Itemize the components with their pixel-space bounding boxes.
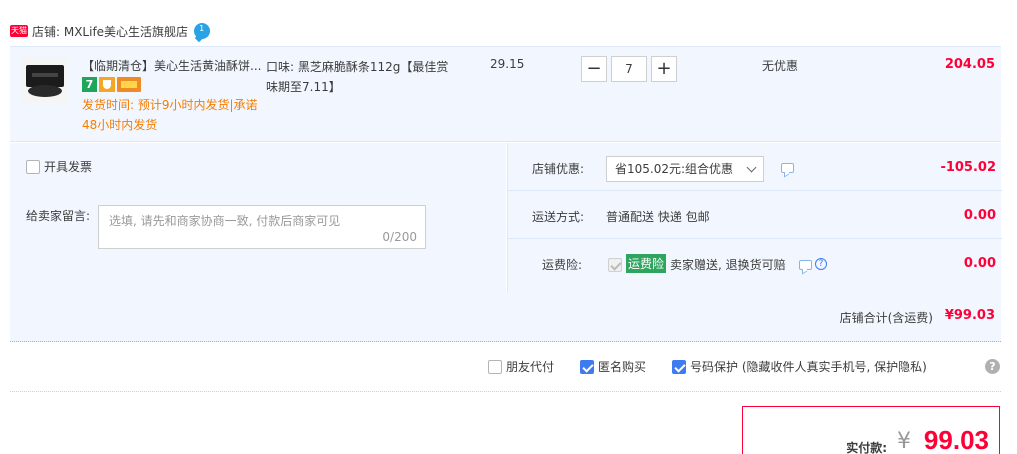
order-options-left: 开具发票 给卖家留言: 选填, 请先和商家协商一致, 付款后商家可见 0/200: [10, 143, 506, 292]
shop-name-link[interactable]: 店铺: MXLife美心生活旗舰店: [32, 23, 188, 40]
currency-symbol: ¥: [897, 429, 911, 454]
anonymous-option[interactable]: 匿名购买: [580, 358, 646, 375]
insurance-checkbox: [608, 258, 622, 272]
unit-price: 29.15: [490, 57, 525, 71]
order-options-right: 店铺优惠: 省105.02元:组合优惠 -105.02 运送方式: 普通配送 快…: [507, 143, 1002, 292]
insurance-amount: 0.00: [963, 256, 996, 271]
delivery-label: 运送方式:: [532, 210, 585, 224]
product-spec: 口味: 黑芝麻脆酥条112g【最佳赏味期至7.11】: [266, 60, 449, 94]
item-subtotal: 204.05: [944, 57, 995, 72]
invoice-option[interactable]: 开具发票: [26, 158, 92, 175]
wangwang-chat-icon[interactable]: 1: [194, 23, 211, 39]
comment-icon[interactable]: [799, 260, 812, 270]
shop-discount-amount: -105.02: [940, 160, 996, 175]
anonymous-checkbox[interactable]: [580, 359, 595, 374]
divider: [10, 391, 1001, 392]
invoice-label: 开具发票: [44, 160, 93, 174]
payment-summary: 实付款: ¥ 99.03: [742, 406, 1000, 454]
shop-header: 天猫 店铺: MXLife美心生活旗舰店 1: [10, 18, 211, 44]
payment-label: 实付款:: [846, 441, 887, 454]
extra-options: 朋友代付 匿名购买 号码保护 (隐藏收件人真实手机号, 保护隐私): [488, 358, 953, 375]
service-badges: 7: [82, 77, 141, 92]
insurance-badge: 运费险: [626, 254, 667, 273]
quantity-minus-button[interactable]: −: [581, 56, 607, 82]
tmall-badge-icon: 天猫: [10, 25, 28, 37]
seller-message-label: 给卖家留言:: [26, 209, 91, 223]
seller-message-textarea[interactable]: 选填, 请先和商家协商一致, 付款后商家可见 0/200: [98, 205, 426, 249]
phone-protect-checkbox[interactable]: [672, 359, 687, 374]
delivery-fee: 0.00: [963, 208, 996, 223]
quantity-input[interactable]: 7: [611, 56, 647, 82]
friend-pay-label: 朋友代付: [506, 360, 555, 374]
phone-protect-option[interactable]: 号码保护 (隐藏收件人真实手机号, 保护隐私): [672, 358, 927, 375]
anonymous-label: 匿名购买: [598, 360, 647, 374]
phone-protect-label: 号码保护 (隐藏收件人真实手机号, 保护隐私): [690, 360, 927, 374]
quantity-plus-button[interactable]: +: [651, 56, 677, 82]
shop-total-row: 店铺合计(含运费) ¥99.03: [10, 292, 1001, 342]
seven-day-return-icon[interactable]: 7: [82, 77, 97, 92]
insurance-label: 运费险:: [542, 258, 583, 272]
friend-pay-checkbox[interactable]: [488, 359, 502, 374]
delivery-row: 运送方式: 普通配送 快递 包邮 0.00: [508, 191, 1002, 239]
help-icon[interactable]: ?: [985, 359, 1000, 374]
seller-message-placeholder: 选填, 请先和商家协商一致, 付款后商家可见: [109, 214, 341, 228]
product-title-link[interactable]: 【临期清仓】美心生活黄油酥饼...: [82, 57, 267, 74]
insurance-row: 运费险: 运费险 卖家赠送, 退换货可赔 ? 0.00: [508, 239, 1002, 292]
shipping-time-text: 发货时间: 预计9小时内发货|承诺48小时内发货: [82, 98, 258, 132]
chevron-down-icon: [746, 162, 757, 173]
comment-icon[interactable]: [781, 163, 794, 173]
cart-item-row: 【临期清仓】美心生活黄油酥饼... 7 发货时间: 预计9小时内发货|承诺48小…: [10, 46, 1001, 142]
shop-discount-select[interactable]: 省105.02元:组合优惠: [606, 156, 764, 182]
invoice-checkbox[interactable]: [26, 159, 40, 174]
item-discount-text: 无优惠: [762, 59, 799, 73]
quantity-stepper: − 7 +: [581, 56, 677, 82]
friend-pay-option[interactable]: 朋友代付: [488, 358, 554, 375]
shop-discount-selected: 省105.02元:组合优惠: [615, 162, 734, 176]
shop-discount-row: 店铺优惠: 省105.02元:组合优惠 -105.02: [508, 143, 1002, 191]
shop-total-label: 店铺合计(含运费): [839, 311, 933, 325]
chat-count-badge: 1: [199, 24, 205, 33]
insurance-text: 卖家赠送, 退换货可赔: [670, 258, 786, 272]
guarantee-icon[interactable]: [99, 77, 115, 92]
shop-total-amount: ¥99.03: [944, 308, 995, 323]
delivery-method: 普通配送 快递 包邮: [606, 210, 710, 224]
credit-card-icon[interactable]: [117, 77, 141, 92]
help-icon[interactable]: ?: [815, 258, 827, 270]
product-thumbnail[interactable]: [22, 57, 68, 103]
seller-message-counter: 0/200: [382, 230, 417, 244]
payment-amount: 99.03: [923, 425, 989, 454]
shop-discount-label: 店铺优惠:: [532, 162, 585, 176]
